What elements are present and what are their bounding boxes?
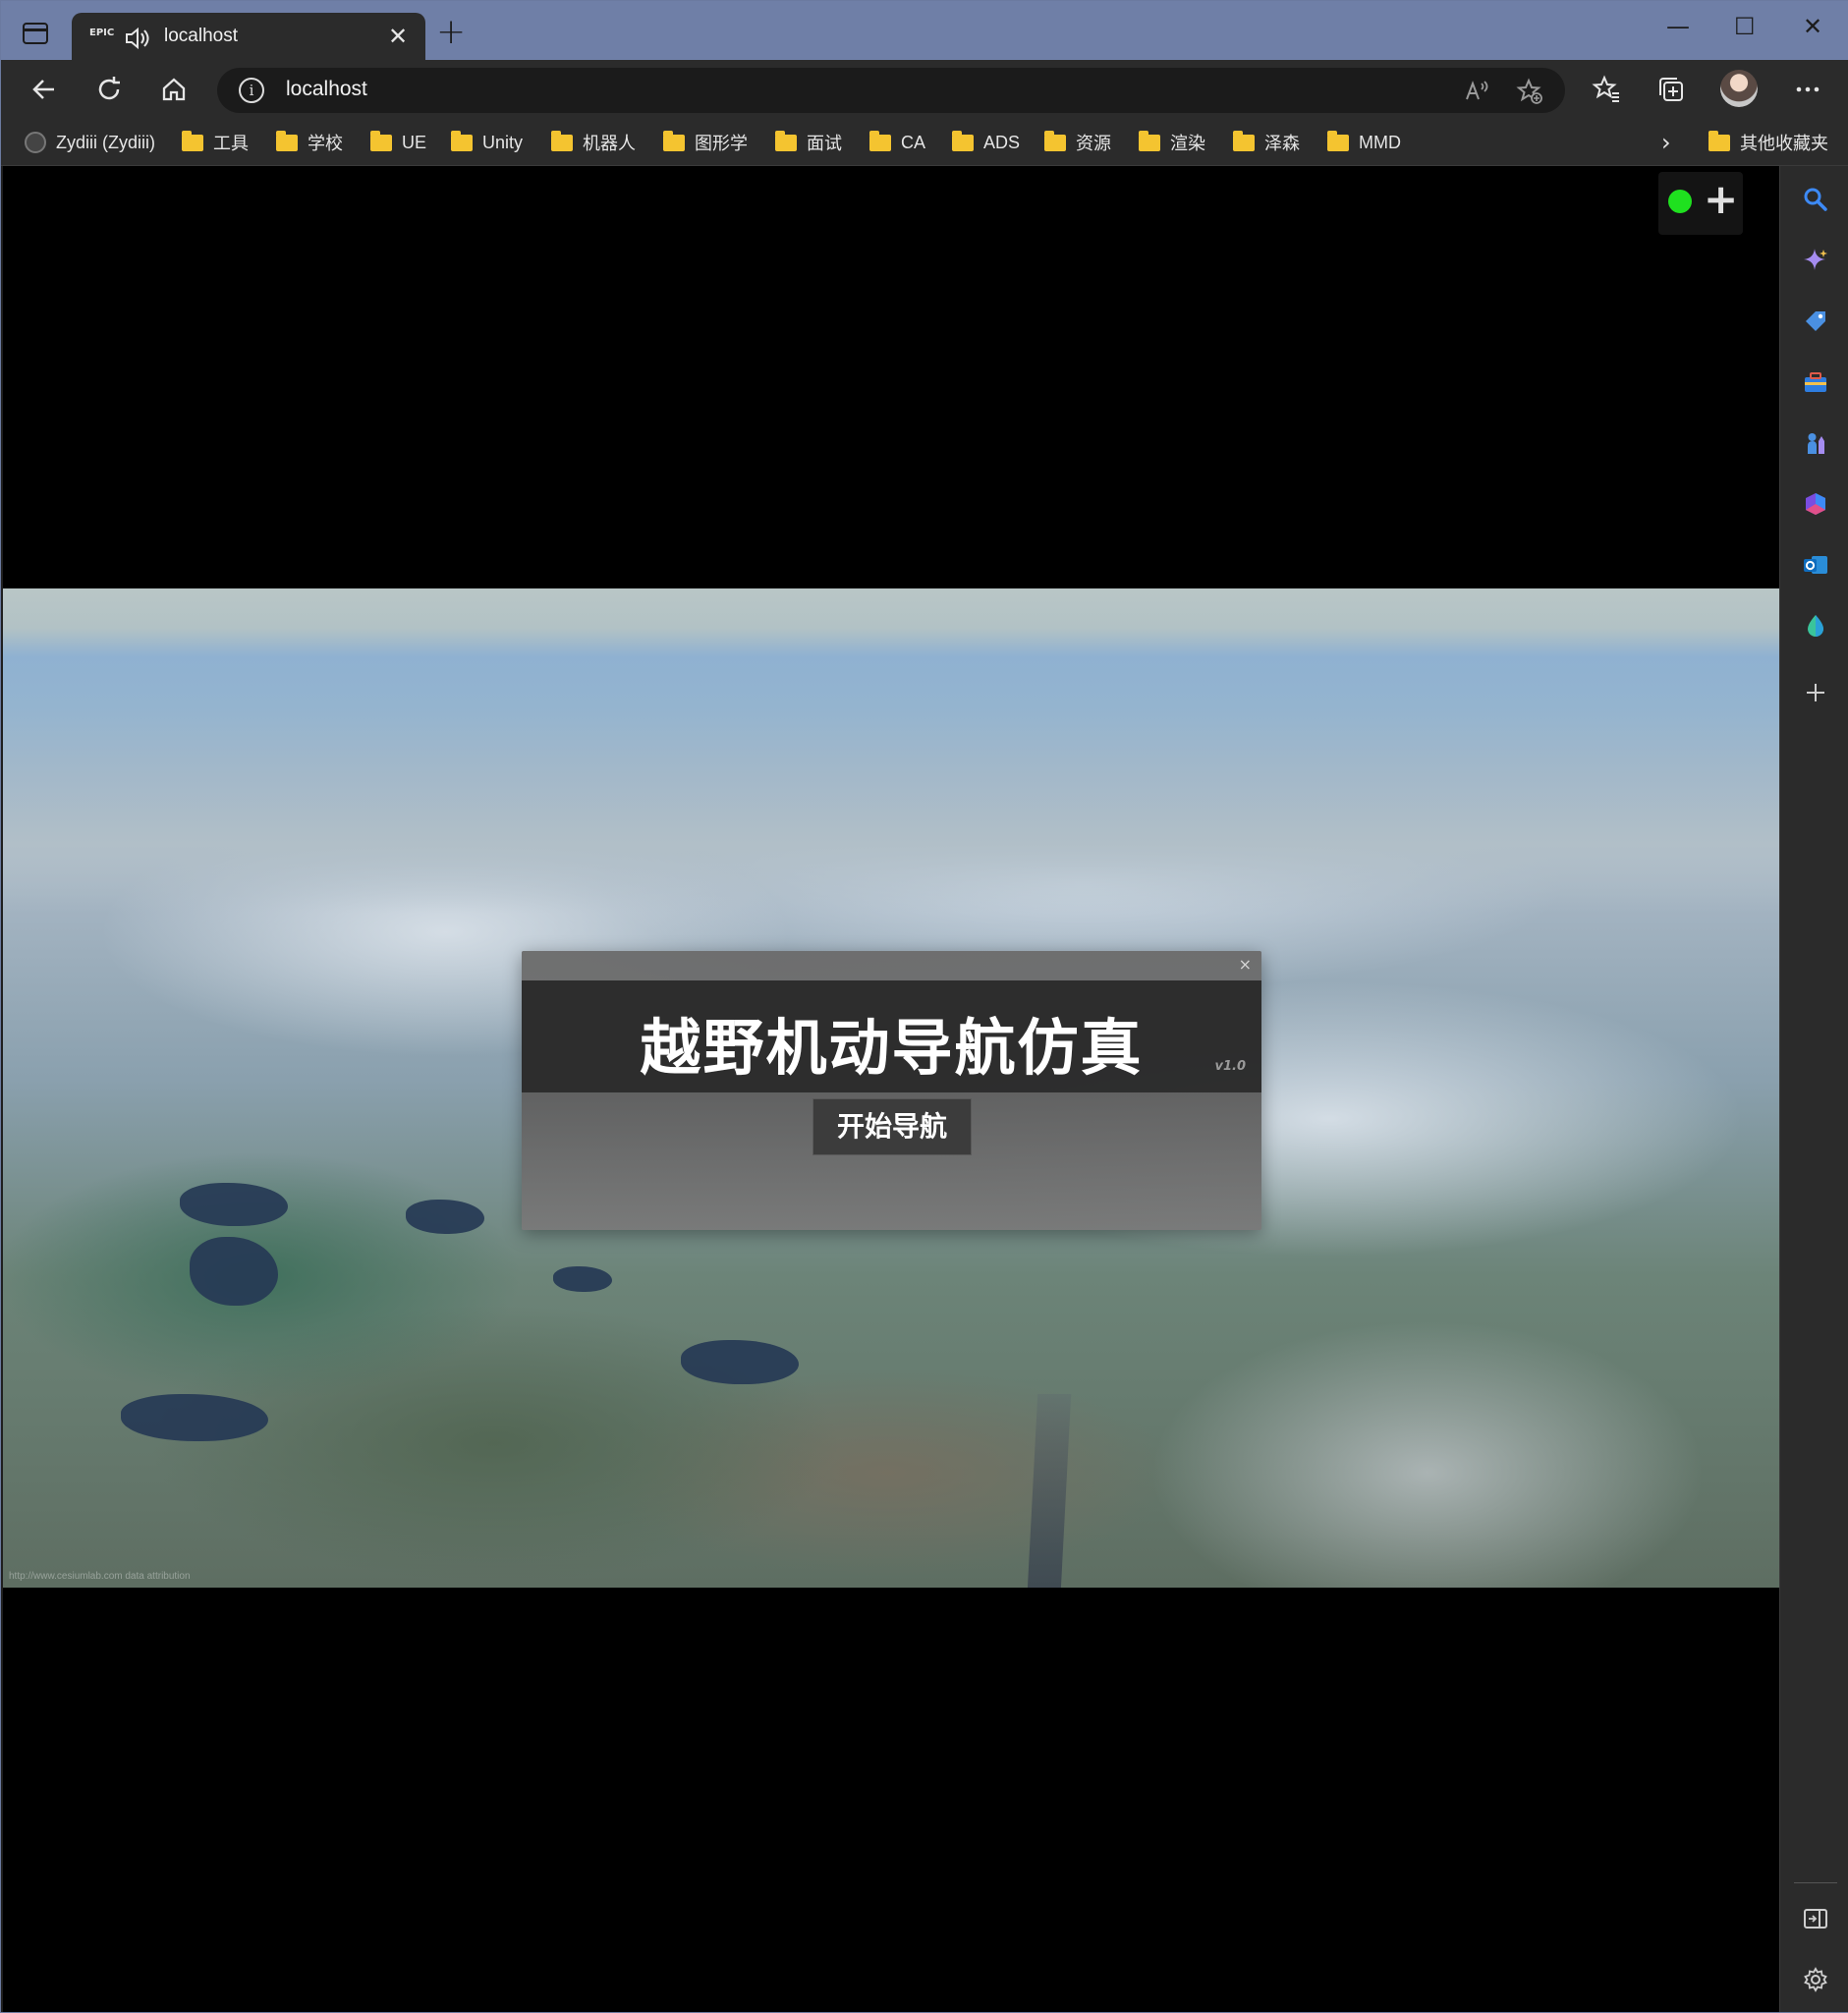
- start-navigation-button[interactable]: 开始导航: [812, 1098, 972, 1155]
- github-icon: [25, 132, 46, 153]
- tab-close-icon[interactable]: ✕: [388, 25, 408, 48]
- browser-window: EPIC localhost ✕ + — ☐ ✕ i localhost Zyd…: [0, 0, 1848, 2013]
- speaker-icon[interactable]: [123, 25, 150, 52]
- bookmark-folder-unity[interactable]: Unity: [451, 129, 523, 156]
- read-aloud-icon[interactable]: [1463, 78, 1490, 105]
- tab-localhost[interactable]: EPIC localhost ✕: [72, 13, 425, 62]
- bookmark-folder-interview[interactable]: 面试: [775, 129, 842, 156]
- tools-icon[interactable]: [1802, 368, 1829, 396]
- hide-sidebar-icon[interactable]: [1802, 1905, 1829, 1932]
- folder-icon: [451, 130, 473, 151]
- minimize-button[interactable]: —: [1666, 13, 1690, 40]
- chevron-right-icon[interactable]: ›: [1661, 129, 1671, 156]
- epic-favicon-icon: EPIC: [89, 28, 115, 38]
- folder-icon: [370, 130, 392, 151]
- bookmark-folder-ads[interactable]: ADS: [952, 129, 1020, 156]
- shopping-tag-icon[interactable]: [1802, 308, 1829, 335]
- back-icon[interactable]: [28, 74, 60, 105]
- add-button[interactable]: +: [1704, 176, 1738, 223]
- bookmark-folder-zesen[interactable]: 泽森: [1233, 129, 1300, 156]
- drop-icon[interactable]: [1802, 612, 1829, 640]
- games-icon[interactable]: [1802, 429, 1829, 457]
- title-bar: EPIC localhost ✕ + — ☐ ✕: [1, 1, 1848, 62]
- lake: [681, 1340, 799, 1384]
- copilot-icon[interactable]: [1802, 247, 1829, 274]
- outlook-icon[interactable]: [1802, 551, 1829, 579]
- dialog-title-bar: 越野机动导航仿真 v1.0: [522, 980, 1261, 1092]
- lake: [190, 1237, 278, 1306]
- folder-icon: [1139, 130, 1160, 151]
- dialog-header: ×: [522, 951, 1261, 980]
- bookmark-folder-graphics[interactable]: 图形学: [663, 129, 748, 156]
- lake: [180, 1183, 288, 1226]
- dialog-close-icon[interactable]: ×: [1239, 955, 1252, 974]
- maximize-button[interactable]: ☐: [1734, 13, 1756, 40]
- folder-icon: [1044, 130, 1066, 151]
- new-tab-button[interactable]: +: [436, 15, 466, 50]
- folder-icon: [952, 130, 974, 151]
- profile-avatar[interactable]: [1720, 70, 1758, 107]
- add-favorite-icon[interactable]: [1516, 78, 1543, 105]
- bookmark-folder-rendering[interactable]: 渲染: [1139, 129, 1205, 156]
- lake: [121, 1394, 268, 1441]
- bookmark-folder-ca[interactable]: CA: [869, 129, 925, 156]
- office-icon[interactable]: [1802, 490, 1829, 518]
- settings-icon[interactable]: [1802, 1966, 1829, 1993]
- sidebar-divider: [1794, 1882, 1837, 1883]
- dialog-body: 开始导航: [522, 1092, 1261, 1230]
- folder-icon: [276, 130, 298, 151]
- start-dialog: × 越野机动导航仿真 v1.0 开始导航: [522, 951, 1261, 1230]
- collections-icon[interactable]: [1655, 74, 1687, 105]
- bookmark-folder-ue[interactable]: UE: [370, 129, 426, 156]
- folder-icon: [1233, 130, 1255, 151]
- folder-icon: [663, 130, 685, 151]
- more-menu-icon[interactable]: [1792, 74, 1823, 105]
- highway: [1027, 1394, 1072, 1588]
- bookmark-folder-tools[interactable]: 工具: [182, 129, 249, 156]
- tab-actions-icon[interactable]: [23, 23, 48, 44]
- folder-icon: [1708, 130, 1730, 151]
- bookmark-zydiii[interactable]: Zydiii (Zydiii): [25, 129, 155, 156]
- bookmark-folder-other[interactable]: 其他收藏夹: [1708, 129, 1828, 156]
- status-indicator: [1668, 190, 1692, 213]
- bookmarks-bar: Zydiii (Zydiii) 工具 学校 UE Unity 机器人 图形学 面…: [1, 119, 1848, 166]
- bookmark-folder-school[interactable]: 学校: [276, 129, 343, 156]
- search-icon[interactable]: [1802, 186, 1829, 213]
- data-attribution: http://www.cesiumlab.com data attributio…: [9, 1571, 191, 1582]
- folder-icon: [182, 130, 203, 151]
- folder-icon: [775, 130, 797, 151]
- edge-sidebar: [1779, 166, 1848, 2012]
- bookmark-folder-resources[interactable]: 资源: [1044, 129, 1111, 156]
- folder-icon: [869, 130, 891, 151]
- close-window-button[interactable]: ✕: [1803, 13, 1822, 40]
- url-text[interactable]: localhost: [286, 78, 367, 101]
- folder-icon: [551, 130, 573, 151]
- app-title: 越野机动导航仿真: [640, 1012, 1144, 1084]
- page-viewport: http://www.cesiumlab.com data attributio…: [3, 166, 1779, 2012]
- refresh-icon[interactable]: [93, 74, 125, 105]
- address-bar[interactable]: i localhost: [217, 68, 1565, 113]
- favorites-icon[interactable]: [1591, 74, 1622, 105]
- add-icon[interactable]: [1802, 679, 1829, 706]
- toolbar: i localhost: [1, 60, 1848, 119]
- bookmark-folder-robot[interactable]: 机器人: [551, 129, 636, 156]
- tab-title: localhost: [164, 26, 238, 46]
- bookmark-folder-mmd[interactable]: MMD: [1327, 129, 1401, 156]
- status-widget: +: [1658, 172, 1743, 235]
- version-label: v1.0: [1214, 1059, 1246, 1074]
- folder-icon: [1327, 130, 1349, 151]
- lake: [406, 1200, 484, 1234]
- site-info-icon[interactable]: i: [239, 78, 264, 103]
- home-icon[interactable]: [158, 74, 190, 105]
- lake: [553, 1266, 612, 1292]
